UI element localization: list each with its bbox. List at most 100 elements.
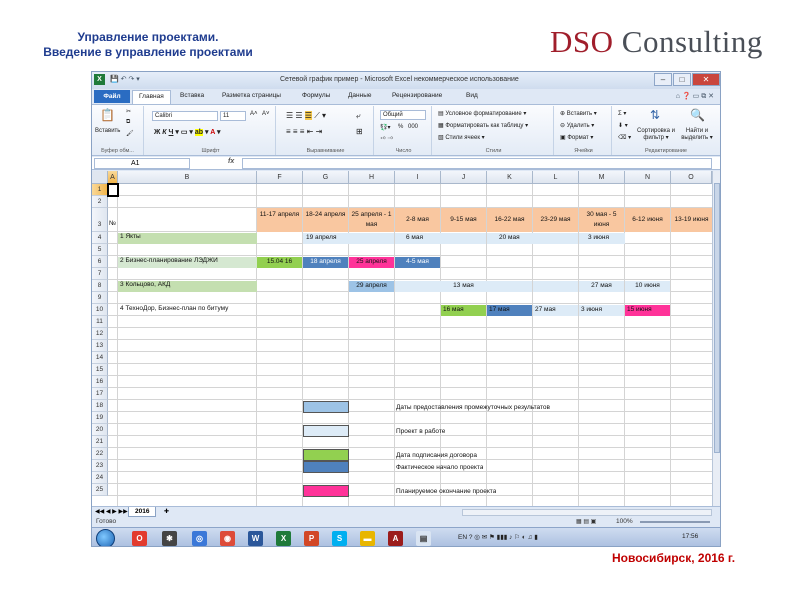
browser-icon[interactable]: ◎: [192, 531, 207, 546]
row-header-20[interactable]: 20: [92, 424, 108, 436]
gantt-bar-in-progress[interactable]: 13 мая: [395, 281, 532, 292]
vertical-scroll-thumb[interactable]: [714, 183, 720, 453]
gantt-bar-in-progress[interactable]: 27 мая: [579, 281, 624, 292]
paste-button[interactable]: Вставить: [95, 128, 120, 134]
col-header-j[interactable]: J: [441, 171, 487, 184]
tab-data[interactable]: Данные: [348, 92, 371, 99]
maximize-button[interactable]: □: [673, 73, 691, 86]
currency-icon[interactable]: 💱▾: [380, 124, 390, 131]
gantt-bar-contract-signed[interactable]: 15.04 16: [257, 257, 302, 268]
week-header[interactable]: 25 апреля - 1 мая: [349, 208, 394, 232]
project-name-cell[interactable]: 2 Бизнес-планирование ЛЭДЖИ: [118, 257, 257, 268]
view-buttons[interactable]: ▦ ▤ ▣: [576, 518, 596, 525]
gantt-bar-milestone[interactable]: 29 апреля: [349, 281, 394, 292]
font-shrink-button[interactable]: A˅: [262, 111, 270, 117]
worksheet[interactable]: A B F G H I J K L M N O 1 2 3 4 5 6 7 8 9 10 11 12 1…: [92, 171, 712, 506]
row-header-12[interactable]: 12: [92, 328, 108, 340]
format-painter-icon[interactable]: 🖌: [126, 130, 134, 137]
start-button[interactable]: [96, 529, 115, 546]
help-icons[interactable]: ⌂ ❓ ▭ ⧉ ✕: [676, 92, 714, 101]
row-header-18[interactable]: 18: [92, 400, 108, 412]
delete-cells-button[interactable]: ⊖ Удалить ▾: [560, 122, 594, 129]
row-header-5[interactable]: 5: [92, 244, 108, 256]
tab-insert[interactable]: Вставка: [180, 92, 204, 99]
row-header-14[interactable]: 14: [92, 352, 108, 364]
format-cells-button[interactable]: ▣ Формат ▾: [560, 134, 593, 141]
active-cell-a1[interactable]: [107, 183, 119, 197]
col-header-g[interactable]: G: [303, 171, 349, 184]
find-select-button[interactable]: Найти и выделить ▾: [678, 128, 716, 142]
row-header-21[interactable]: 21: [92, 436, 108, 448]
tab-review[interactable]: Рецензирование: [392, 92, 442, 99]
row-header-22[interactable]: 22: [92, 448, 108, 460]
week-header[interactable]: 9-15 мая: [441, 208, 486, 232]
percent-button[interactable]: %: [398, 124, 403, 130]
row-header-4[interactable]: 4: [92, 232, 108, 244]
row-header-16[interactable]: 16: [92, 376, 108, 388]
week-header[interactable]: 18-24 апреля: [303, 208, 348, 232]
conditional-formatting-button[interactable]: ▤ Условное форматирование ▾: [438, 110, 526, 117]
gantt-bar-in-progress[interactable]: 10 июня: [625, 281, 670, 292]
gantt-bar-planned-end[interactable]: 25 апреля: [349, 257, 394, 268]
thousands-button[interactable]: 000: [408, 124, 418, 130]
font-size-select[interactable]: 11: [220, 111, 246, 121]
gantt-bar-in-progress[interactable]: 27 мая: [533, 305, 578, 316]
vertical-align-buttons[interactable]: ☰ ☰ ☰ ⟋ ▾: [286, 111, 326, 121]
sort-filter-icon[interactable]: ⇅: [650, 108, 660, 122]
row-header-15[interactable]: 15: [92, 364, 108, 376]
wrap-text-icon[interactable]: ⤶: [356, 111, 360, 121]
col-header-l[interactable]: L: [533, 171, 579, 184]
project-name-cell[interactable]: 4 ТехноДор, Бизнес-план по битуму: [118, 305, 257, 316]
minimize-button[interactable]: –: [654, 73, 672, 86]
row-header-17[interactable]: 17: [92, 388, 108, 400]
language-indicator[interactable]: EN: [458, 534, 467, 541]
format-as-table-button[interactable]: ▦ Форматировать как таблицу ▾: [438, 122, 528, 129]
autosum-button[interactable]: Σ ▾: [618, 110, 626, 117]
document-icon[interactable]: ▤: [416, 531, 431, 546]
row-header-1[interactable]: 1: [92, 184, 108, 196]
gantt-bar-in-progress[interactable]: 3 июня: [579, 305, 624, 316]
row-header-23[interactable]: 23: [92, 460, 108, 472]
merge-icon[interactable]: ⊞: [356, 127, 363, 136]
tab-page-layout[interactable]: Разметка страницы: [222, 92, 281, 99]
cut-icon[interactable]: ✂: [126, 108, 131, 115]
row-header-8[interactable]: 8: [92, 280, 108, 292]
row-header-3[interactable]: 3: [92, 208, 108, 232]
pdf-icon[interactable]: A: [388, 531, 403, 546]
copy-icon[interactable]: ⧉: [126, 119, 130, 126]
week-header[interactable]: 2-8 мая: [395, 208, 440, 232]
excel-taskbar-icon[interactable]: X: [276, 531, 291, 546]
week-header[interactable]: 16-22 мая: [487, 208, 532, 232]
chrome-icon[interactable]: ◉: [220, 531, 235, 546]
row-header-7[interactable]: 7: [92, 268, 108, 280]
sheet-nav-arrows[interactable]: ◀◀ ◀ ▶ ▶▶: [95, 508, 128, 515]
tab-formulas[interactable]: Формулы: [302, 92, 330, 99]
col-header-n[interactable]: N: [625, 171, 671, 184]
insert-function-button[interactable]: fx: [228, 158, 234, 165]
powerpoint-icon[interactable]: P: [304, 531, 319, 546]
header-no[interactable]: №: [109, 220, 129, 232]
week-header[interactable]: 13-19 июня: [671, 208, 712, 232]
row-header-6[interactable]: 6: [92, 256, 108, 268]
week-header[interactable]: 23-29 мая: [533, 208, 578, 232]
row-header-24[interactable]: 24: [92, 472, 108, 484]
col-header-b[interactable]: B: [118, 171, 257, 184]
folder-icon[interactable]: ▬: [360, 531, 375, 546]
col-header-o[interactable]: O: [671, 171, 712, 184]
row-header-9[interactable]: 9: [92, 292, 108, 304]
system-tray[interactable]: EN ? ◎ ✉ ⚑ ▮▮▮ ♪ ⚐ ◐ ♫ ▮: [458, 533, 538, 541]
gantt-bar-in-progress[interactable]: [533, 281, 578, 292]
number-format-select[interactable]: Общий: [380, 110, 426, 120]
quick-access-toolbar[interactable]: 💾 ↶ ↷ ▾: [110, 75, 140, 83]
select-all-corner[interactable]: [92, 171, 108, 184]
row-header-25[interactable]: 25: [92, 484, 108, 496]
close-button[interactable]: ✕: [692, 73, 720, 86]
app-icon[interactable]: ✱: [162, 531, 177, 546]
week-header[interactable]: 30 мая - 5 июня: [579, 208, 624, 232]
cell-styles-button[interactable]: ▧ Стили ячеек ▾: [438, 134, 485, 141]
col-header-m[interactable]: M: [579, 171, 625, 184]
row-header-11[interactable]: 11: [92, 316, 108, 328]
gantt-bar-actual-start[interactable]: 18 апреля: [303, 257, 348, 268]
gantt-bar-contract-signed[interactable]: 16 мая: [441, 305, 486, 316]
bold-button[interactable]: Ж К Ч ▾ ▭ ▾ ab ▾ A ▾: [154, 128, 220, 136]
